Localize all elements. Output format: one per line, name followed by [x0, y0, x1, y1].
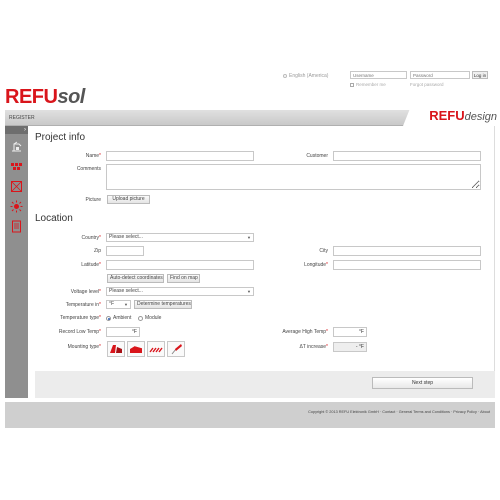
record-low-label: Record Low Temp*: [58, 329, 101, 335]
sun-icon[interactable]: [10, 200, 23, 213]
copyright-text: Copyright © 2013 REFU Elektronik GmbH · …: [308, 410, 490, 414]
longitude-input[interactable]: [333, 260, 481, 270]
record-low-input[interactable]: °F: [106, 327, 140, 337]
login-button[interactable]: Log in: [472, 71, 488, 79]
delta-input: - °F: [333, 342, 367, 352]
nav-bar: REGISTER: [5, 103, 495, 126]
upload-picture-button[interactable]: Upload picture: [107, 195, 150, 204]
find-on-map-button[interactable]: Find on map: [167, 274, 200, 283]
register-link[interactable]: REGISTER: [9, 115, 35, 121]
zip-input[interactable]: [106, 246, 144, 256]
latitude-input[interactable]: [106, 260, 254, 270]
picture-label: Picture: [85, 197, 101, 203]
string-icon[interactable]: [10, 180, 23, 193]
remember-me[interactable]: Remember me: [350, 82, 386, 87]
city-input[interactable]: [333, 246, 481, 256]
customer-label: Customer: [306, 153, 328, 159]
flat-roof-icon: [130, 345, 143, 353]
temp-unit-select[interactable]: °F ▼: [106, 300, 131, 309]
voltage-label: Voltage level*: [70, 289, 101, 295]
zip-label: Zip: [94, 248, 101, 254]
field-array-icon: [149, 347, 163, 353]
project-info-title: Project info: [35, 132, 86, 143]
remember-label: Remember me: [356, 82, 386, 87]
chevron-down-icon: ▼: [247, 289, 251, 294]
crane-icon[interactable]: [10, 140, 23, 153]
refusol-logo: REFUsol: [5, 86, 85, 108]
mounting-pole-option[interactable]: [167, 341, 185, 357]
pole-mount-icon: [171, 344, 182, 355]
mounting-flat-option[interactable]: [127, 341, 145, 357]
mounting-roof-option[interactable]: [107, 341, 125, 357]
temp-type-label: Temperature type*: [60, 315, 101, 321]
language-label: English (America): [289, 73, 329, 79]
latitude-label: Latitude*: [81, 262, 101, 268]
main-content: Project info Name* Customer Comments Pic…: [28, 126, 495, 398]
page-footer: Copyright © 2013 REFU Elektronik GmbH · …: [5, 402, 495, 428]
name-label: Name*: [85, 153, 101, 159]
name-input[interactable]: [106, 151, 254, 161]
voltage-select[interactable]: Please select... ▼: [106, 287, 254, 296]
comments-textarea[interactable]: [106, 164, 481, 190]
sidebar-toggle[interactable]: ›: [5, 126, 28, 134]
refudesign-logo: REFUdesign: [429, 108, 497, 123]
autodetect-button[interactable]: Auto-detect coordinates: [107, 274, 164, 283]
country-select[interactable]: Please select... ▼: [106, 233, 254, 242]
chevron-down-icon: ▼: [247, 235, 251, 240]
document-icon[interactable]: [10, 220, 23, 233]
longitude-label: Longitude*: [304, 262, 328, 268]
remember-checkbox[interactable]: [350, 82, 354, 87]
country-label: Country*: [81, 235, 101, 241]
globe-icon: [283, 74, 287, 78]
forgot-password-link[interactable]: Forgot password: [410, 82, 444, 87]
city-label: City: [319, 248, 328, 254]
customer-input[interactable]: [333, 151, 481, 161]
sidebar: ›: [5, 126, 28, 398]
mounting-label: Mounting type*: [67, 344, 101, 350]
avg-high-label: Average High Temp*: [282, 329, 328, 335]
comments-label: Comments: [76, 166, 101, 172]
language-selector[interactable]: English (America): [283, 73, 328, 79]
avg-high-input[interactable]: °F: [333, 327, 367, 337]
mounting-field-option[interactable]: [147, 341, 165, 357]
ambient-radio[interactable]: Ambient: [106, 315, 131, 321]
next-step-button[interactable]: Next step: [372, 377, 473, 389]
chevron-down-icon: ▼: [124, 302, 128, 307]
modules-icon[interactable]: [10, 160, 23, 173]
password-input[interactable]: [410, 71, 470, 79]
delta-label: ΔT increase*: [299, 344, 328, 350]
module-radio[interactable]: Module: [138, 315, 161, 321]
roof-icon: [110, 345, 122, 353]
location-title: Location: [35, 213, 73, 224]
temp-in-label: Temperature in*: [65, 302, 101, 308]
username-input[interactable]: [350, 71, 407, 79]
determine-temperatures-button[interactable]: Determine temperatures: [134, 300, 192, 309]
